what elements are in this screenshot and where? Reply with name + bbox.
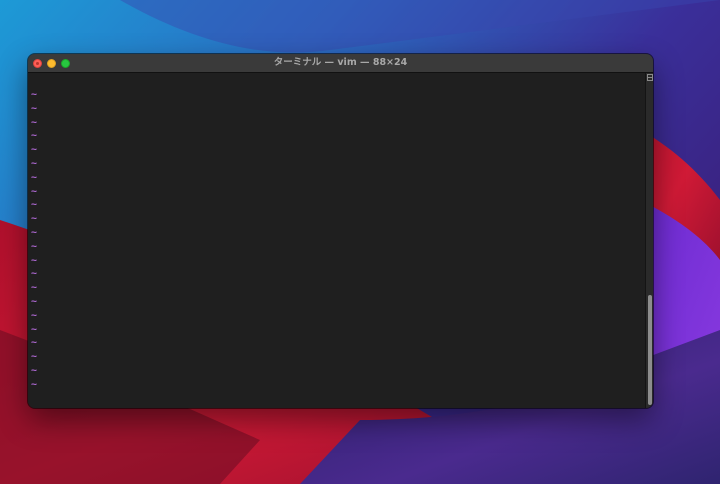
vim-empty-line-marker: ~ xyxy=(31,144,38,156)
vim-empty-line-marker: ~ xyxy=(31,102,38,114)
scroll-thumb[interactable] xyxy=(648,295,652,405)
vim-empty-line-marker: ~ xyxy=(31,199,38,211)
terminal-content-area[interactable]: ~ ~ ~ ~ ~ ~ ~ ~ ~ ~ ~ ~ ~ ~ ~ ~ ~ ~ ~ ~ ~ ~ xyxy=(28,73,645,408)
vim-empty-line-marker: ~ xyxy=(31,309,38,321)
vim-empty-line-marker: ~ xyxy=(31,282,38,294)
vim-empty-line-marker: ~ xyxy=(31,337,38,349)
vim-empty-line-marker: ~ xyxy=(31,226,38,238)
vim-empty-line-marker: ~ xyxy=(31,213,38,225)
vim-empty-line-marker: ~ xyxy=(31,89,38,100)
vim-empty-lines: ~ ~ ~ ~ ~ ~ ~ ~ ~ ~ ~ ~ ~ ~ ~ ~ ~ ~ ~ ~ ~ ~ xyxy=(31,88,37,392)
vim-empty-line-marker: ~ xyxy=(31,351,38,363)
vim-empty-line-marker: ~ xyxy=(31,268,38,280)
window-title: ターミナル — vim — 88×24 xyxy=(273,57,408,68)
title-bar[interactable]: ターミナル — vim — 88×24 xyxy=(28,54,653,73)
vim-empty-line-marker: ~ xyxy=(31,185,38,197)
vim-empty-line-marker: ~ xyxy=(31,378,38,390)
vim-empty-line-marker: ~ xyxy=(31,323,38,335)
vim-empty-line-marker: ~ xyxy=(31,240,38,252)
terminal-window[interactable]: ターミナル — vim — 88×24 ~ ~ ~ ~ ~ ~ ~ ~ ~ ~ ~ ~ ~ ~ ~ ~ ~ ~ ~ ~… xyxy=(28,54,653,408)
vim-empty-line-marker: ~ xyxy=(31,171,38,183)
vim-empty-line-marker: ~ xyxy=(31,157,38,169)
vim-empty-line-marker: ~ xyxy=(31,130,38,142)
scrollbar[interactable] xyxy=(645,73,653,408)
split-pane-icon[interactable] xyxy=(647,74,653,81)
vim-empty-line-marker: ~ xyxy=(31,295,38,307)
vim-empty-line-marker: ~ xyxy=(31,116,38,128)
vim-empty-line-marker: ~ xyxy=(31,254,38,266)
vim-empty-line-marker: ~ xyxy=(31,364,38,376)
